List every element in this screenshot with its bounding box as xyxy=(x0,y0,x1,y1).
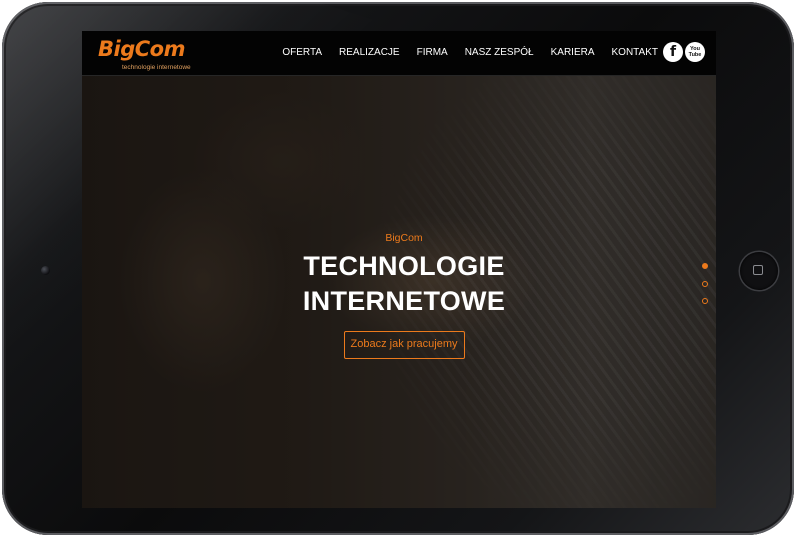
youtube-icon-line2: Tube xyxy=(688,52,702,58)
slider-pagination xyxy=(702,263,712,316)
hero-title-line2: INTERNETOWE xyxy=(302,286,506,316)
main-menu: OFERTA REALIZACJE FIRMA NASZ ZESPÓŁ KARI… xyxy=(282,31,658,75)
nav-item-realizacje[interactable]: REALIZACJE xyxy=(339,31,400,75)
nav-item-firma[interactable]: FIRMA xyxy=(417,31,448,75)
nav-item-kontakt[interactable]: KONTAKT xyxy=(612,31,658,75)
hero-section: BigCom TECHNOLOGIE INTERNETOWE Zobacz ja… xyxy=(82,231,716,359)
slider-dot-2[interactable] xyxy=(702,280,708,287)
nav-item-nasz-zespol[interactable]: NASZ ZESPÓŁ xyxy=(465,31,534,75)
see-how-we-work-button[interactable]: Zobacz jak pracujemy xyxy=(343,331,465,359)
nav-item-oferta[interactable]: OFERTA xyxy=(282,31,322,75)
youtube-icon[interactable]: You Tube xyxy=(685,42,705,62)
camera-icon xyxy=(41,266,50,275)
slider-dot-1[interactable] xyxy=(702,263,708,269)
slider-dot-3[interactable] xyxy=(702,298,708,304)
hero-eyebrow: BigCom xyxy=(385,232,423,244)
facebook-icon[interactable]: f xyxy=(663,42,683,62)
hero-title-line1: TECHNOLOGIE xyxy=(303,251,505,281)
youtube-icon-line1: You xyxy=(690,45,700,52)
top-navbar: BigCom technologie internetowe OFERTA RE… xyxy=(82,31,716,76)
website-screen: BigCom technologie internetowe OFERTA RE… xyxy=(82,31,716,508)
home-button[interactable] xyxy=(740,252,778,290)
logo-wordmark: BigCom xyxy=(98,37,185,61)
nav-item-kariera[interactable]: KARIERA xyxy=(551,31,595,75)
logo-tagline: technologie internetowe xyxy=(122,64,191,71)
home-square-icon xyxy=(753,265,763,275)
hero-title: TECHNOLOGIE INTERNETOWE xyxy=(82,249,716,319)
bigcom-logo[interactable]: BigCom technologie internetowe xyxy=(98,36,218,72)
